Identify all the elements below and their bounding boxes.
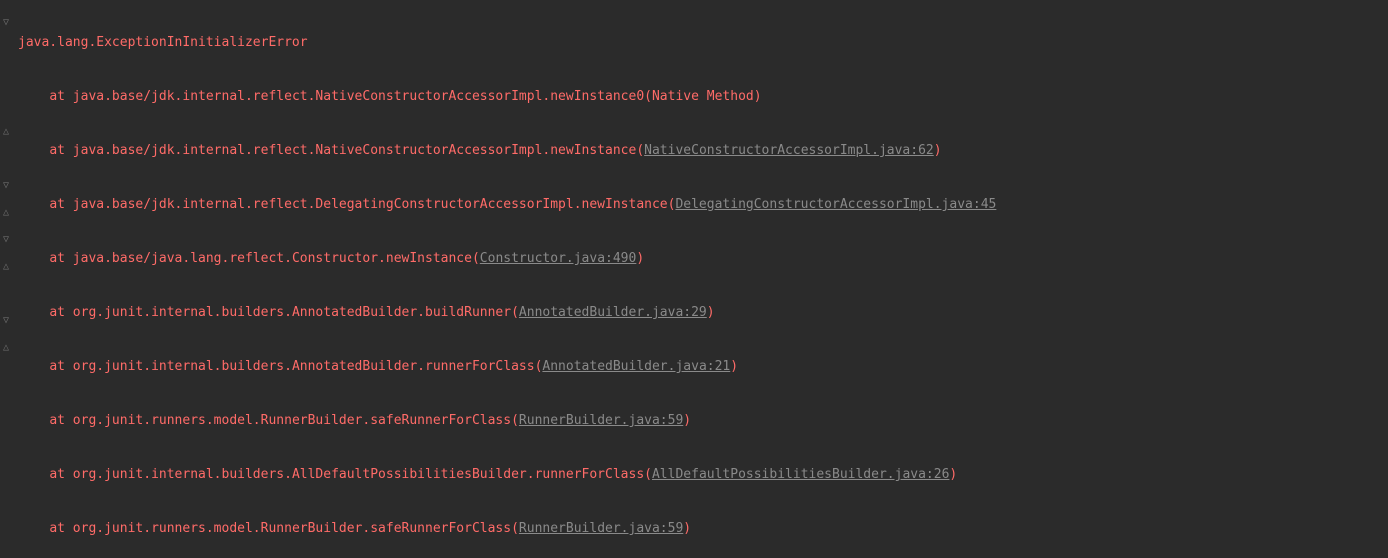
stack-frame: at java.base/jdk.internal.reflect.Delega…	[18, 191, 1388, 218]
fold-icon[interactable]: ▽	[3, 172, 15, 184]
fold-icon[interactable]: △	[3, 334, 15, 346]
fold-icon[interactable]: △	[3, 199, 15, 211]
fold-icon[interactable]: ▽	[3, 9, 15, 21]
fold-icon[interactable]: △	[3, 253, 15, 265]
fold-icon[interactable]: ▽	[3, 307, 15, 319]
source-link[interactable]: NativeConstructorAccessorImpl.java:62	[644, 143, 934, 158]
stacktrace-lines[interactable]: java.lang.ExceptionInInitializerError at…	[18, 2, 1388, 558]
gutter: ▽ △ ▽ △ ▽ △ ▽ △	[0, 0, 18, 558]
source-link[interactable]: Constructor.java:490	[480, 251, 637, 266]
source-link[interactable]: AnnotatedBuilder.java:29	[519, 305, 707, 320]
source-link[interactable]: AllDefaultPossibilitiesBuilder.java:26	[652, 467, 949, 482]
stack-frame: at org.junit.internal.builders.Annotated…	[18, 299, 1388, 326]
stack-frame: at org.junit.internal.builders.AllDefaul…	[18, 461, 1388, 488]
stack-frame: at org.junit.runners.model.RunnerBuilder…	[18, 407, 1388, 434]
stack-frame: at java.base/jdk.internal.reflect.Native…	[18, 137, 1388, 164]
stack-frame: at org.junit.runners.model.RunnerBuilder…	[18, 515, 1388, 542]
stack-frame: at java.base/jdk.internal.reflect.Native…	[18, 83, 1388, 110]
source-link[interactable]: RunnerBuilder.java:59	[519, 413, 683, 428]
exception-header: java.lang.ExceptionInInitializerError	[18, 29, 1388, 56]
fold-icon[interactable]: △	[3, 118, 15, 130]
stacktrace-console: ▽ △ ▽ △ ▽ △ ▽ △ java.lang.ExceptionInIni…	[0, 0, 1388, 558]
stack-frame: at org.junit.internal.builders.Annotated…	[18, 353, 1388, 380]
source-link[interactable]: RunnerBuilder.java:59	[519, 521, 683, 536]
source-link[interactable]: AnnotatedBuilder.java:21	[542, 359, 730, 374]
fold-icon[interactable]: ▽	[3, 226, 15, 238]
stack-frame: at java.base/java.lang.reflect.Construct…	[18, 245, 1388, 272]
source-link[interactable]: DelegatingConstructorAccessorImpl.java:4…	[675, 197, 996, 212]
